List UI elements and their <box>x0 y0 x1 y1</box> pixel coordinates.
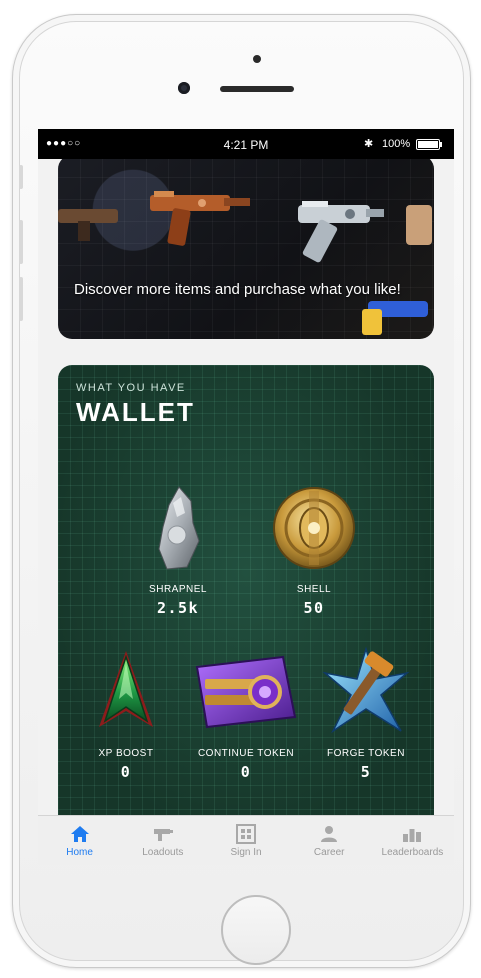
wallet-item-value: 2.5k <box>156 599 200 617</box>
tab-label: Home <box>66 847 93 858</box>
front-camera <box>178 82 190 94</box>
wallet-item-value: 0 <box>120 763 132 781</box>
volume-down-button <box>19 277 23 321</box>
battery-icon <box>416 139 442 150</box>
store-banner[interactable]: Discover more items and purchase what yo… <box>58 159 434 339</box>
home-content[interactable]: Discover more items and purchase what yo… <box>38 159 454 815</box>
blaster-art-blue <box>362 301 428 335</box>
tab-label: Leaderboards <box>381 847 444 858</box>
shell-icon <box>273 487 355 569</box>
banner-text: Discover more items and purchase what yo… <box>74 281 401 298</box>
blaster-art-orange <box>150 191 250 246</box>
tab-label: Loadouts <box>142 847 184 858</box>
screen: ●●●○○ 4:21 PM ✱ 100% Discover more items… <box>38 129 454 865</box>
career-icon <box>288 824 371 844</box>
shrapnel-icon <box>158 486 200 570</box>
wallet-card: WHAT YOU HAVE WALLET SHRAPNEL 2.5k SHELL… <box>58 365 434 815</box>
status-bar: ●●●○○ 4:21 PM ✱ 100% <box>38 129 454 159</box>
tab-label: Career <box>313 847 345 858</box>
home-button[interactable] <box>221 895 291 965</box>
wallet-item-value: 0 <box>240 763 252 781</box>
tab-career[interactable]: Career <box>288 816 371 865</box>
xp-boost-icon <box>99 651 153 727</box>
earpiece-speaker <box>220 86 294 92</box>
tab-label: Sign In <box>230 847 262 858</box>
tab-sign-in[interactable]: Sign In <box>204 816 287 865</box>
loadouts-icon <box>121 824 204 844</box>
tab-loadouts[interactable]: Loadouts <box>121 816 204 865</box>
wallet-item-label: CONTINUE TOKEN <box>197 748 295 759</box>
wallet-item-label: FORGE TOKEN <box>327 748 405 759</box>
tab-bar: Home Loadouts Sign In Career Leaderboard… <box>38 815 454 865</box>
wallet-item-shrapnel[interactable]: SHRAPNEL 2.5k <box>118 483 238 617</box>
wallet-item-value: 50 <box>303 599 325 617</box>
wallet-item-continue-token[interactable]: CONTINUE TOKEN 0 <box>186 647 306 781</box>
wallet-item-label: XP BOOST <box>98 748 154 759</box>
wallet-item-xp-boost[interactable]: XP BOOST 0 <box>66 647 186 781</box>
tab-home[interactable]: Home <box>38 816 121 865</box>
wallet-item-label: SHRAPNEL <box>149 584 207 595</box>
battery-percent: 100% <box>382 138 411 150</box>
sensor-dot <box>253 55 261 63</box>
wallet-item-value: 5 <box>360 763 372 781</box>
volume-up-button <box>19 220 23 264</box>
leaderboards-icon <box>371 824 454 844</box>
forge-token-icon <box>322 646 410 734</box>
wallet-eyebrow: WHAT YOU HAVE <box>76 382 186 394</box>
home-icon <box>38 824 121 844</box>
blaster-art-dark <box>58 209 118 241</box>
wallet-title: WALLET <box>76 397 195 427</box>
sign-in-icon <box>204 824 287 844</box>
wallet-item-label: SHELL <box>296 584 332 595</box>
blaster-art-silver <box>298 201 384 263</box>
bluetooth-icon: ✱ <box>364 138 374 150</box>
blaster-art-tan <box>406 205 432 245</box>
wallet-item-forge-token[interactable]: FORGE TOKEN 5 <box>306 646 426 781</box>
continue-token-icon <box>195 655 297 729</box>
tab-leaderboards[interactable]: Leaderboards <box>371 816 454 865</box>
wallet-item-shell[interactable]: SHELL 50 <box>254 483 374 617</box>
mute-switch <box>19 165 23 189</box>
